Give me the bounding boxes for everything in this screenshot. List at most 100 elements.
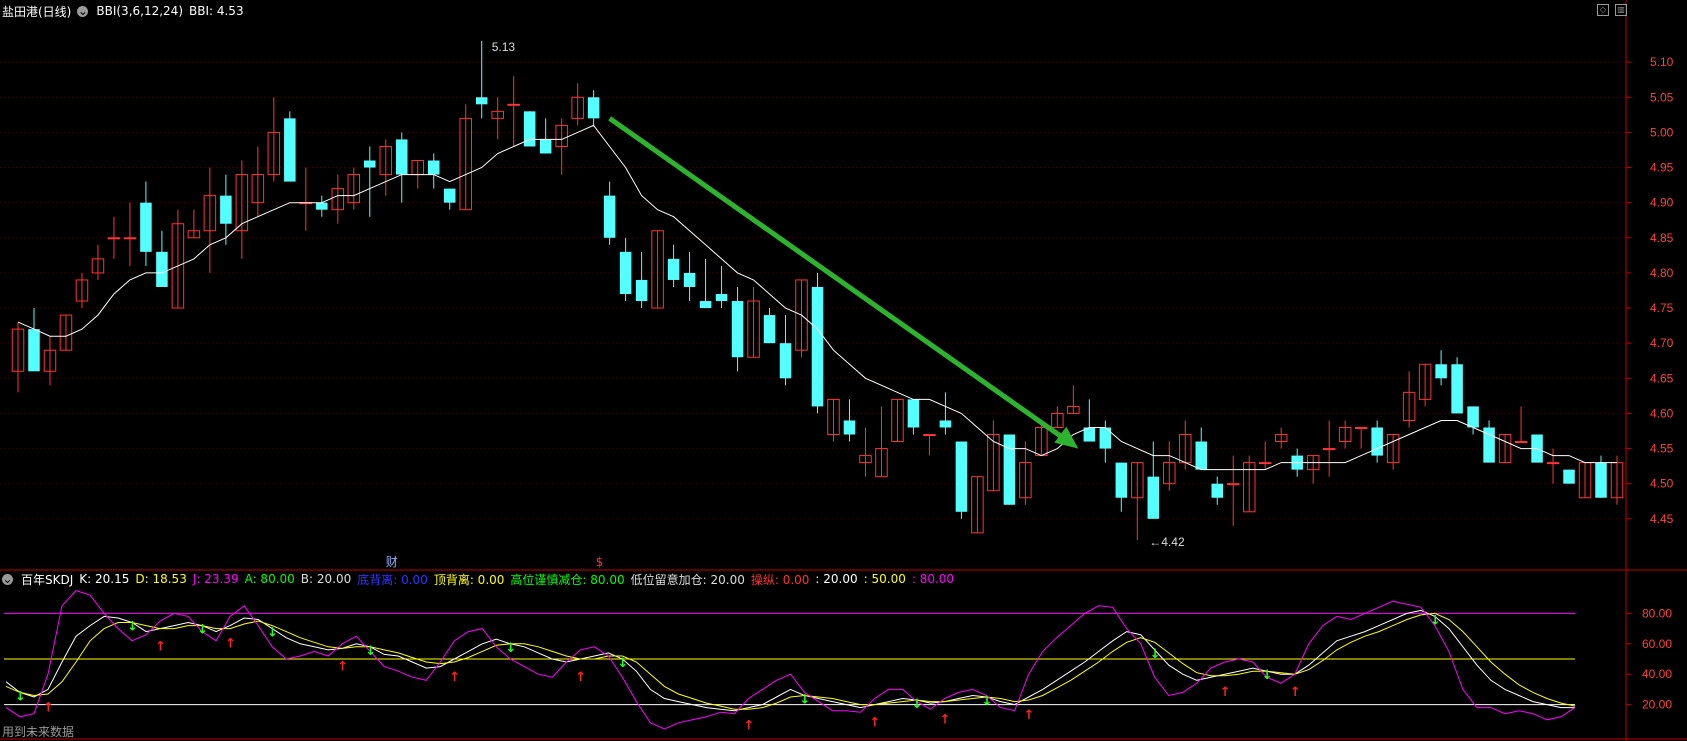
candle-body-down [284, 118, 296, 182]
sell-signal-icon: ↓ [15, 689, 26, 704]
candle-body-down [1595, 462, 1607, 498]
price-tick-label: 5.10 [1650, 55, 1674, 69]
window-controls: ◇ ▥ [1597, 4, 1627, 16]
candle-body-up [1546, 462, 1560, 465]
candle-body-up [1226, 483, 1240, 486]
stock-name: 盐田港(日线) [2, 4, 72, 19]
panel-icon[interactable]: ▥ [1615, 4, 1627, 16]
candle-body-up [1258, 462, 1272, 465]
candle-body-down [683, 272, 696, 287]
buy-signal-icon: ↑ [337, 659, 348, 674]
candle-body-down [635, 279, 648, 302]
sub-chart-header: ⌄ 百年SKDJ K: 20.15 D: 18.53 J: 23.39 A: 80.0… [2, 569, 954, 589]
sub-indicator-value: : 50.00 [863, 572, 906, 586]
sell-signal-icon: ↓ [982, 694, 993, 709]
price-tick-label: 4.75 [1650, 301, 1674, 315]
price-tick-label: 4.95 [1650, 161, 1674, 175]
candle-body-up [123, 237, 137, 240]
price-tick-label: 4.60 [1650, 406, 1674, 420]
candle-body-down [1371, 427, 1383, 456]
sub-indicator-value: : 20.00 [815, 572, 858, 586]
candle-body-down [939, 420, 952, 428]
buy-signal-icon: ↑ [743, 719, 754, 734]
candle-body-up [1354, 426, 1368, 429]
price-tick-label: 4.70 [1650, 336, 1674, 350]
buy-signal-icon: ↑ [225, 637, 236, 652]
dividend-marker: $ [596, 555, 604, 569]
sell-signal-icon: ↓ [127, 620, 138, 635]
price-tick-label: 4.65 [1650, 371, 1674, 385]
sell-signal-icon: ↓ [1262, 668, 1273, 683]
sell-signal-icon: ↓ [505, 641, 516, 656]
trend-arrow-head [1054, 426, 1079, 449]
sell-signal-icon: ↓ [1430, 613, 1441, 628]
chart-canvas: 5.10 5.05 5.00 4.95 4.90 4.85 4.80 4.75 4.70 4.65… [0, 0, 1687, 741]
candle-body-down [396, 139, 408, 175]
candle-body-down [316, 202, 328, 210]
candle-body-down [811, 286, 824, 407]
diamond-icon[interactable]: ◇ [1597, 4, 1609, 16]
sub-indicator-value: 底背离: 0.00 [357, 572, 428, 587]
kdj-tick-label: 40.00 [1642, 667, 1672, 681]
buy-signal-icon: ↑ [575, 670, 586, 685]
candle-body-down [587, 97, 600, 119]
buy-signal-icon: ↑ [43, 700, 54, 715]
candle-body-down [427, 160, 440, 175]
high-annotation: 5.13 [492, 40, 516, 54]
sub-indicator-value: D: 18.53 [135, 572, 187, 586]
sell-signal-icon: ↓ [1150, 647, 1161, 662]
buy-signal-icon: ↑ [940, 713, 951, 728]
sub-indicator-value: 高位谨慎减仓: 80.00 [510, 572, 625, 587]
low-annotation: ←4.42 [1149, 535, 1185, 549]
candle-body-down [156, 251, 168, 287]
sub-indicator-value: J: 23.39 [192, 572, 239, 586]
candle-body-down [955, 441, 968, 512]
buy-signal-icon: ↑ [449, 670, 460, 685]
candle-body-down [1003, 434, 1016, 505]
candle-body-down [1211, 483, 1224, 498]
price-tick-label: 4.85 [1650, 231, 1674, 245]
sell-signal-icon: ↓ [365, 644, 376, 659]
kdj-tick-label: 60.00 [1642, 637, 1672, 651]
buy-signal-icon: ↑ [155, 640, 166, 655]
candle-body-down [1195, 441, 1208, 470]
candle-body-down [364, 160, 376, 168]
candle-body-down [715, 294, 728, 302]
kdj-tick-label: 80.00 [1642, 606, 1672, 620]
candle-body-down [539, 139, 552, 154]
indicator-name: BBI(3,6,12,24) [96, 4, 183, 18]
kdj-tick-label: 20.00 [1642, 698, 1672, 712]
trend-arrow-shaft [608, 116, 1070, 444]
sell-signal-icon: ↓ [912, 697, 923, 712]
sub-indicator-value: 操纵: 0.00 [750, 572, 810, 587]
candle-body-down [443, 188, 456, 203]
buy-signal-icon: ↑ [1024, 708, 1035, 723]
sub-settings-toggle-icon[interactable]: ⌄ [2, 573, 13, 585]
candle-body-down [731, 301, 744, 358]
candle-body-up [923, 434, 936, 437]
candle-body-down [907, 399, 920, 428]
price-tick-label: 4.55 [1650, 442, 1674, 456]
future-data-warning: 用到未来数据 [2, 724, 74, 739]
candle-body-down [763, 315, 776, 344]
sub-indicator-value: K: 20.15 [79, 572, 130, 586]
price-tick-label: 5.05 [1650, 90, 1674, 104]
candle-body-up [107, 237, 121, 240]
sell-signal-icon: ↓ [800, 692, 811, 707]
candle-body-down [1563, 469, 1575, 484]
candle-body-down [220, 195, 232, 224]
price-tick-label: 4.45 [1650, 512, 1674, 526]
settings-toggle-icon[interactable]: ⌄ [77, 5, 89, 17]
candle-body-down [1451, 364, 1463, 414]
price-tick-label: 4.50 [1650, 477, 1674, 491]
candle-body-down [843, 420, 856, 435]
sell-signal-icon: ↓ [617, 656, 628, 671]
sub-indicator-value: 低位留意加仓: 20.00 [630, 572, 745, 587]
candle-body-down [1115, 462, 1128, 498]
bbi-value: BBI: 4.53 [189, 4, 244, 18]
candle-body-up [1514, 441, 1528, 444]
finance-marker: 财 [386, 555, 398, 569]
candle-body-down [1147, 476, 1160, 519]
price-tick-label: 5.00 [1650, 125, 1674, 139]
candle-body-up [1322, 448, 1336, 451]
